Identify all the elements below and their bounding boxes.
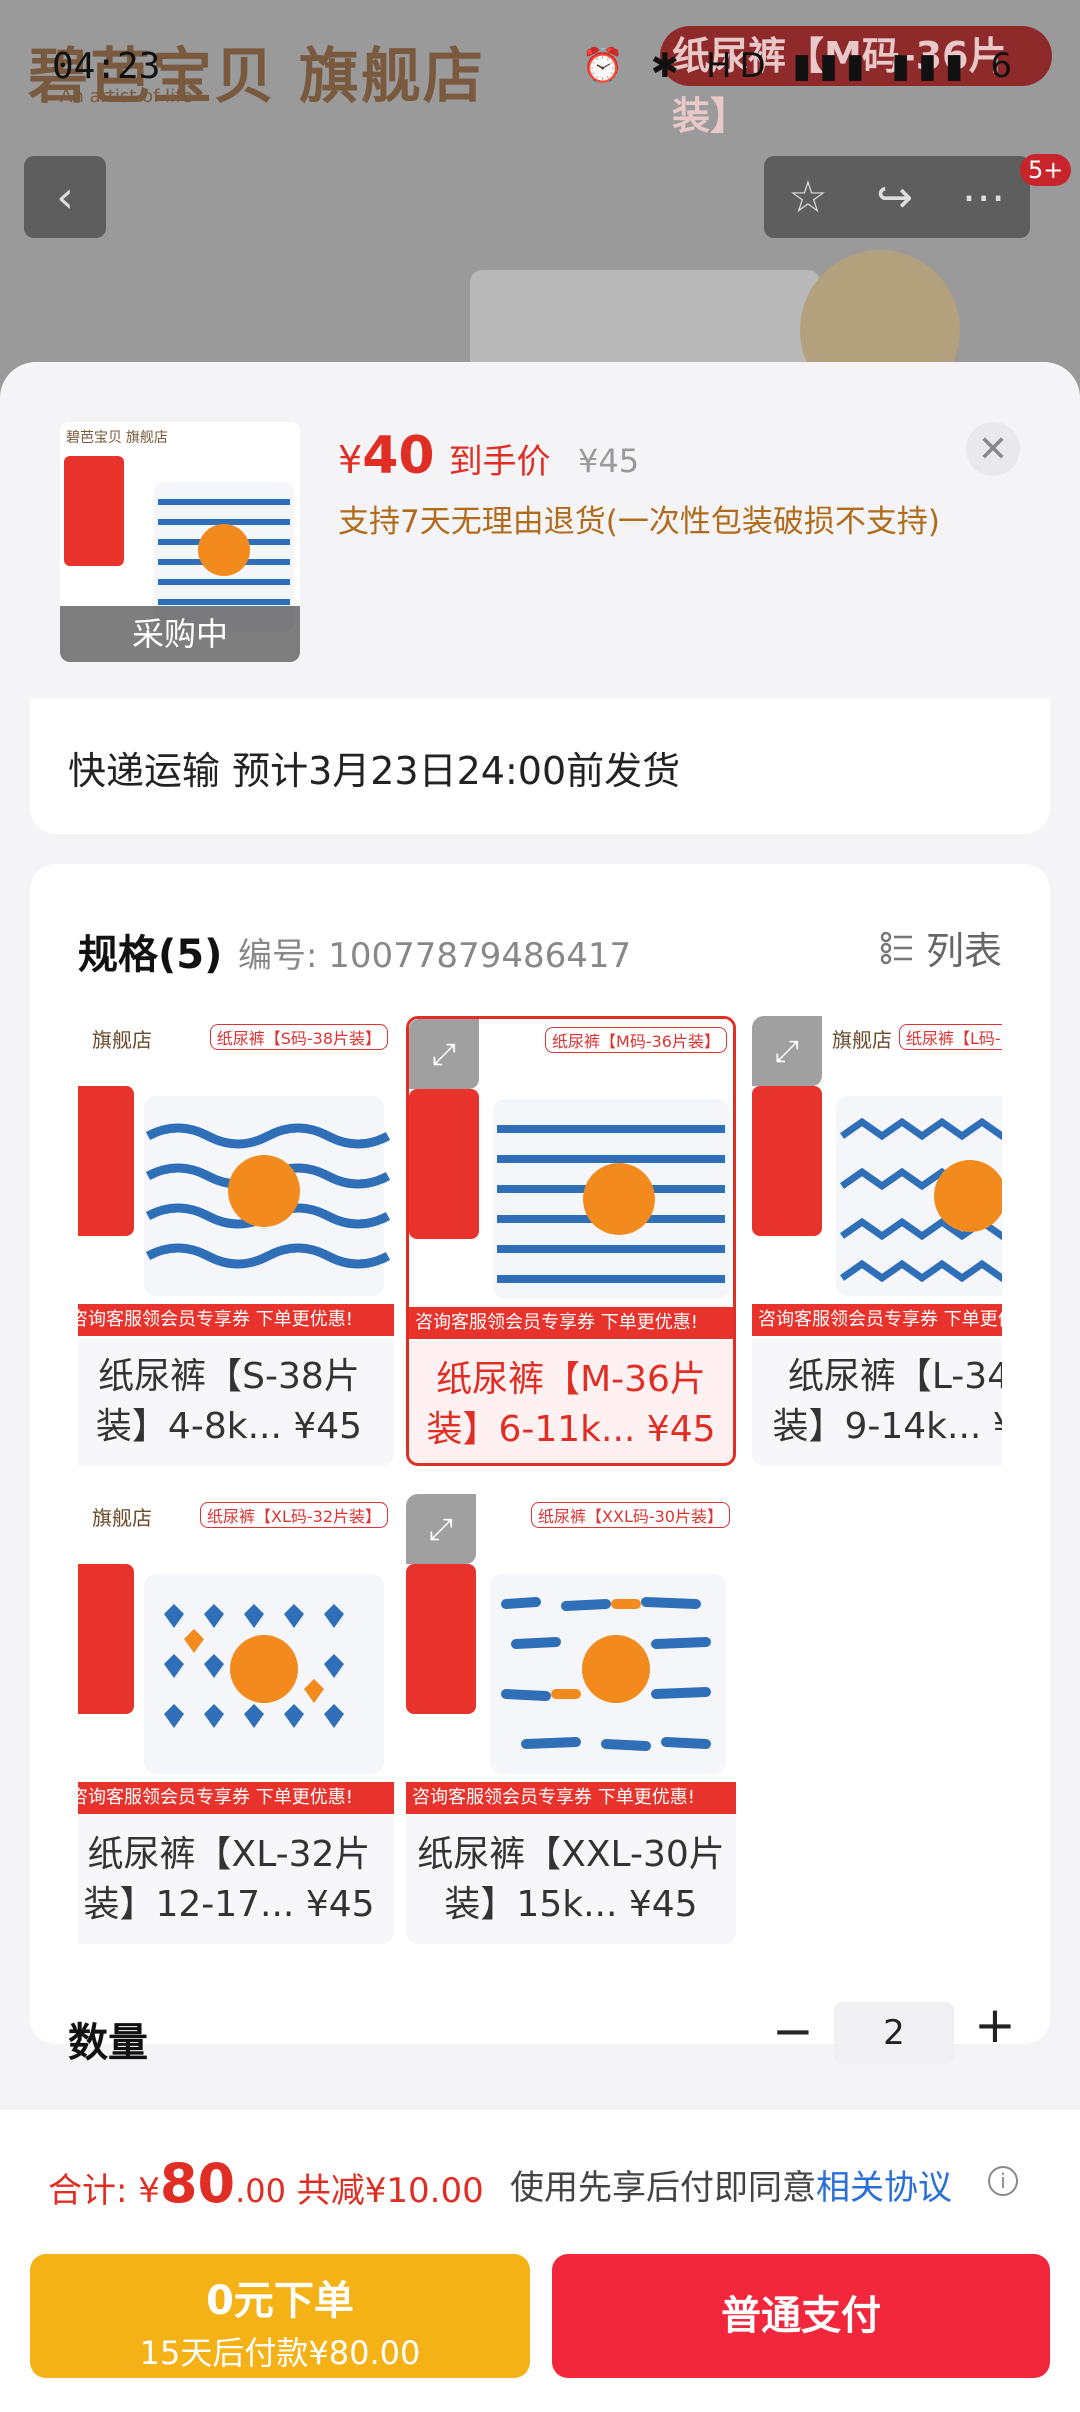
promo-bar: 咨询客服领会员专享券 下单更优惠!	[78, 1782, 394, 1814]
total-currency: ¥	[138, 2171, 160, 2211]
back-button[interactable]: ‹	[24, 156, 106, 238]
store-tag: 旗舰店	[92, 1028, 152, 1052]
total-integer: 80	[159, 2152, 236, 2215]
message-badge: 5+	[1020, 154, 1072, 186]
total-decimal: .00	[235, 2172, 286, 2210]
sku-label: 纸尿裤【XL-32片装】12-17... ¥45	[83, 1834, 375, 1925]
sku-option-m[interactable]: ⤢ 纸尿裤【M码-36片装】 咨询客服领会员专享券 下单更优惠! 纸尿裤【M-3…	[406, 1016, 736, 1466]
share-icon[interactable]: ↪	[876, 172, 913, 223]
promo-bar: 咨询客服领会员专享券 下单更优惠!	[78, 1304, 394, 1336]
svg-text:碧芭宝贝 旗舰店: 碧芭宝贝 旗舰店	[66, 429, 168, 445]
size-tag: 纸尿裤【M码-36片装】	[545, 1027, 727, 1053]
size-tag: 纸尿裤【L码-34片装】	[898, 1024, 1002, 1050]
spec-title: 规格(5)	[78, 932, 223, 978]
zoom-icon[interactable]: ⤢	[752, 1016, 822, 1086]
sku-option-xxl[interactable]: ⤢ 纸尿裤【XXL码-30片装】 咨询客服领会员专享券 下单更优惠! 纸尿裤【X…	[406, 1494, 736, 1944]
promo-bar: 咨询客服领会员专享券 下单更优惠!	[752, 1304, 1002, 1336]
promo-bar: 咨询客服领会员专享券 下单更优惠!	[409, 1307, 733, 1339]
sku-image: ⤢ 旗舰店 纸尿裤【L码-34片装】 咨询客服领会员专享券 下单更优惠!	[752, 1016, 1002, 1338]
sku-grid: 旗舰店 纸尿裤【S码-38片装】 咨询客服领会员专享券 下单更优惠! 纸尿裤【S…	[78, 1016, 1002, 1946]
sku-selector-sheet: 碧芭宝贝 旗舰店 采购中 ¥40 到手价 ¥45 支持7天无理由退货(一次性包装破…	[0, 362, 1080, 2412]
pay-later-subtitle: 15天后付款¥80.00	[139, 2334, 421, 2372]
size-tag: 纸尿裤【XXL码-30片装】	[531, 1502, 730, 1528]
list-icon	[880, 931, 912, 964]
shipping-info: 快递运输 预计3月23日24:00前发货	[68, 749, 681, 793]
brand-tagline: An artist of life	[60, 86, 193, 107]
sku-image: ⤢ 纸尿裤【XXL码-30片装】 咨询客服领会员专享券 下单更优惠!	[406, 1494, 736, 1816]
pay-later-button[interactable]: 0元下单 15天后付款¥80.00	[30, 2254, 530, 2378]
checkout-footer: 合计: ¥80.00 共减¥10.00 使用先享后付即同意相关协议 i 0元下单…	[0, 2110, 1080, 2412]
sku-label: 纸尿裤【XXL-30片装】15k... ¥45	[417, 1834, 725, 1925]
plus-icon: +	[974, 1996, 1016, 2054]
top-action-group: ☆ ↪ ⋯	[764, 156, 1030, 238]
pay-later-title: 0元下单	[206, 2278, 354, 2324]
close-button[interactable]: ✕	[966, 422, 1020, 476]
final-price: ¥40 到手价	[338, 426, 551, 486]
status-icons: ⏰ ✱ HD ▮▮▮ ▮▮▮ 6	[581, 46, 1020, 86]
size-tag: 纸尿裤【S码-38片装】	[209, 1024, 388, 1050]
thumb-status-overlay: 采购中	[60, 606, 300, 662]
zoom-icon[interactable]: ⤢	[406, 1494, 476, 1564]
quantity-label: 数量	[68, 2020, 148, 2066]
return-policy: 支持7天无理由退货(一次性包装破损不支持)	[338, 504, 940, 540]
price-value: 40	[362, 426, 435, 486]
price-label: 到手价	[448, 442, 551, 482]
sku-option-xl[interactable]: 旗舰店 纸尿裤【XL码-32片装】 咨询客服领会员专享券 下单更优惠! 纸尿裤【…	[78, 1494, 394, 1944]
minus-icon: −	[772, 2002, 814, 2060]
terms-text: 使用先享后付即同意相关协议	[510, 2160, 952, 2209]
chevron-left-icon: ‹	[56, 171, 74, 223]
sku-label: 纸尿裤【L-34片装】9-14k... ¥45	[772, 1356, 1002, 1447]
quantity-input[interactable]: 2	[834, 2002, 954, 2064]
diaper-pack-image	[78, 1494, 394, 1816]
quantity-increase-button[interactable]: +	[974, 1996, 1016, 2054]
info-icon[interactable]: i	[988, 2166, 1018, 2196]
list-view-toggle[interactable]: 列表	[880, 920, 1002, 975]
star-icon[interactable]: ☆	[788, 172, 827, 223]
close-icon: ✕	[977, 428, 1009, 470]
total-discount: 共减¥10.00	[296, 2171, 484, 2211]
size-tag: 纸尿裤【XL码-32片装】	[199, 1502, 388, 1528]
spec-number: 编号: 10077879486417	[238, 936, 632, 976]
store-tag: 旗舰店	[832, 1028, 892, 1052]
sku-option-s[interactable]: 旗舰店 纸尿裤【S码-38片装】 咨询客服领会员专享券 下单更优惠! 纸尿裤【S…	[78, 1016, 394, 1466]
more-icon[interactable]: ⋯	[962, 172, 1006, 223]
sku-image: ⤢ 纸尿裤【M码-36片装】 咨询客服领会员专享券 下单更优惠!	[409, 1019, 733, 1341]
normal-pay-button[interactable]: 普通支付	[552, 2254, 1050, 2378]
terms-link[interactable]: 相关协议	[816, 2168, 952, 2208]
quantity-decrease-button[interactable]: −	[772, 2002, 814, 2060]
price-currency: ¥	[338, 438, 363, 482]
product-thumbnail[interactable]: 碧芭宝贝 旗舰店 采购中	[60, 422, 300, 662]
order-total: 合计: ¥80.00 共减¥10.00	[48, 2152, 484, 2215]
sku-image: 旗舰店 纸尿裤【XL码-32片装】 咨询客服领会员专享券 下单更优惠!	[78, 1494, 394, 1816]
sku-image: 旗舰店 纸尿裤【S码-38片装】 咨询客服领会员专享券 下单更优惠!	[78, 1016, 394, 1338]
status-time: 04:23	[52, 46, 161, 87]
terms-prefix: 使用先享后付即同意	[510, 2168, 816, 2208]
shipping-card: 快递运输 预计3月23日24:00前发货	[30, 698, 1050, 834]
sku-option-l[interactable]: ⤢ 旗舰店 纸尿裤【L码-34片装】 咨询客服领会员专享券 下单更优惠! 纸尿裤…	[752, 1016, 1002, 1466]
spec-card: 规格(5) 编号: 10077879486417 列表 旗舰店 纸尿裤【S码-3…	[30, 864, 1050, 2066]
zoom-icon[interactable]: ⤢	[409, 1019, 479, 1089]
diaper-pack-image	[78, 1016, 394, 1338]
original-price: ¥45	[578, 442, 640, 480]
sku-label: 纸尿裤【S-38片装】4-8k... ¥45	[95, 1356, 363, 1447]
total-label: 合计:	[48, 2171, 128, 2211]
promo-bar: 咨询客服领会员专享券 下单更优惠!	[406, 1782, 736, 1814]
list-label: 列表	[925, 929, 1002, 973]
sku-label: 纸尿裤【M-36片装】6-11k... ¥45	[426, 1359, 716, 1450]
store-tag: 旗舰店	[92, 1506, 152, 1530]
